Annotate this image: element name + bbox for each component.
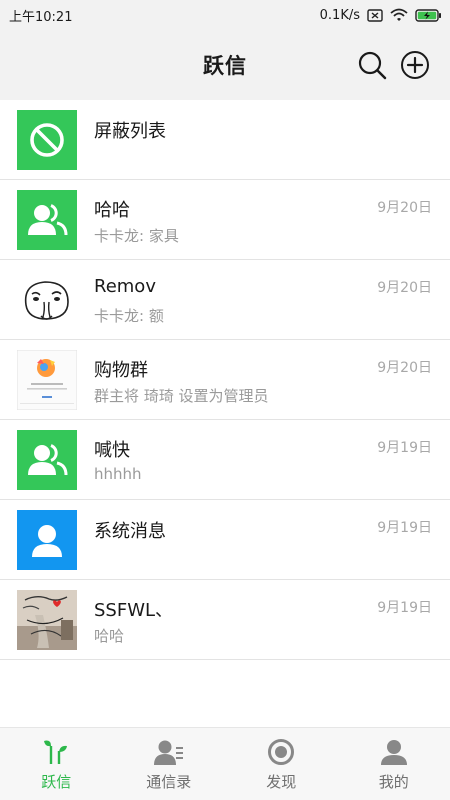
discover-icon [268,739,295,765]
add-circle-icon [401,51,429,79]
list-item-conversation[interactable]: SSFWL、 哈哈 9月19日 [0,580,450,660]
list-item-conversation[interactable]: 购物群 群主将 琦琦 设置为管理员 9月20日 [0,340,450,420]
list-item-conversation[interactable]: 哈哈 卡卡龙: 家具 9月20日 [0,180,450,260]
add-button[interactable] [400,50,430,80]
conversation-name: 购物群 [94,360,148,381]
list-item-blocked[interactable]: 屏蔽列表 [0,100,450,180]
conversation-preview: 卡卡龙: 家具 [94,227,179,245]
conversation-time: 9月19日 [377,520,432,536]
status-icons: 0.1K/s [320,8,442,23]
person-icon [17,510,77,570]
conversation-name: Remov [94,276,156,297]
chat-tab-icon [44,740,68,764]
tab-discover[interactable]: 发现 [225,728,338,800]
list-item-system-messages[interactable]: 系统消息 9月19日 [0,500,450,580]
wifi-icon [390,8,408,22]
conversation-time: 9月19日 [377,440,432,456]
conversation-time: 9月20日 [377,280,432,296]
page-title: 跃信 [203,54,247,78]
list-item-conversation[interactable]: 喊快 hhhhh 9月19日 [0,420,450,500]
conversation-time: 9月20日 [377,360,432,376]
sim-off-icon [367,8,383,22]
status-time: 上午10:21 [9,9,73,25]
battery-charging-icon [415,8,442,22]
network-speed: 0.1K/s [319,7,360,23]
profile-icon [380,740,407,765]
tab-label: 跃信 [41,773,72,791]
tab-contacts[interactable]: 通信录 [113,728,226,800]
block-icon [17,110,77,170]
tab-label: 发现 [266,773,297,791]
conversation-name: 屏蔽列表 [94,121,166,142]
tab-label: 我的 [378,773,409,791]
group-icon [17,430,77,490]
search-button[interactable] [357,50,387,80]
conversation-preview: 哈哈 [94,627,125,645]
tab-messages[interactable]: 跃信 [0,728,113,800]
app-header: 跃信 [0,30,450,100]
conversation-name: 喊快 [94,440,130,461]
tab-label: 通信录 [146,773,192,791]
conversation-name: SSFWL、 [94,600,174,621]
status-bar: 上午10:21 0.1K/s [0,0,450,30]
list-item-conversation[interactable]: Remov 卡卡龙: 额 9月20日 [0,260,450,340]
contacts-icon [153,740,183,765]
search-icon [358,51,387,80]
sticker-face-avatar [17,270,77,330]
bottom-tab-bar: 跃信 通信录 发现 我的 [0,727,450,800]
conversation-time: 9月19日 [377,600,432,616]
group-icon [17,190,77,250]
conversation-preview: hhhhh [94,465,142,483]
conversation-list: 屏蔽列表 哈哈 卡卡龙: 家具 9月20日 Remov 卡卡龙: 额 9月20日… [0,100,450,660]
conversation-preview: 群主将 琦琦 设置为管理员 [94,387,269,405]
photo-thumbnail [17,590,77,650]
conversation-name: 哈哈 [94,200,130,221]
tab-profile[interactable]: 我的 [338,728,450,800]
conversation-name: 系统消息 [94,521,166,542]
conversation-preview: 卡卡龙: 额 [94,307,164,325]
conversation-time: 9月20日 [377,200,432,216]
screenshot-thumbnail [17,350,77,410]
